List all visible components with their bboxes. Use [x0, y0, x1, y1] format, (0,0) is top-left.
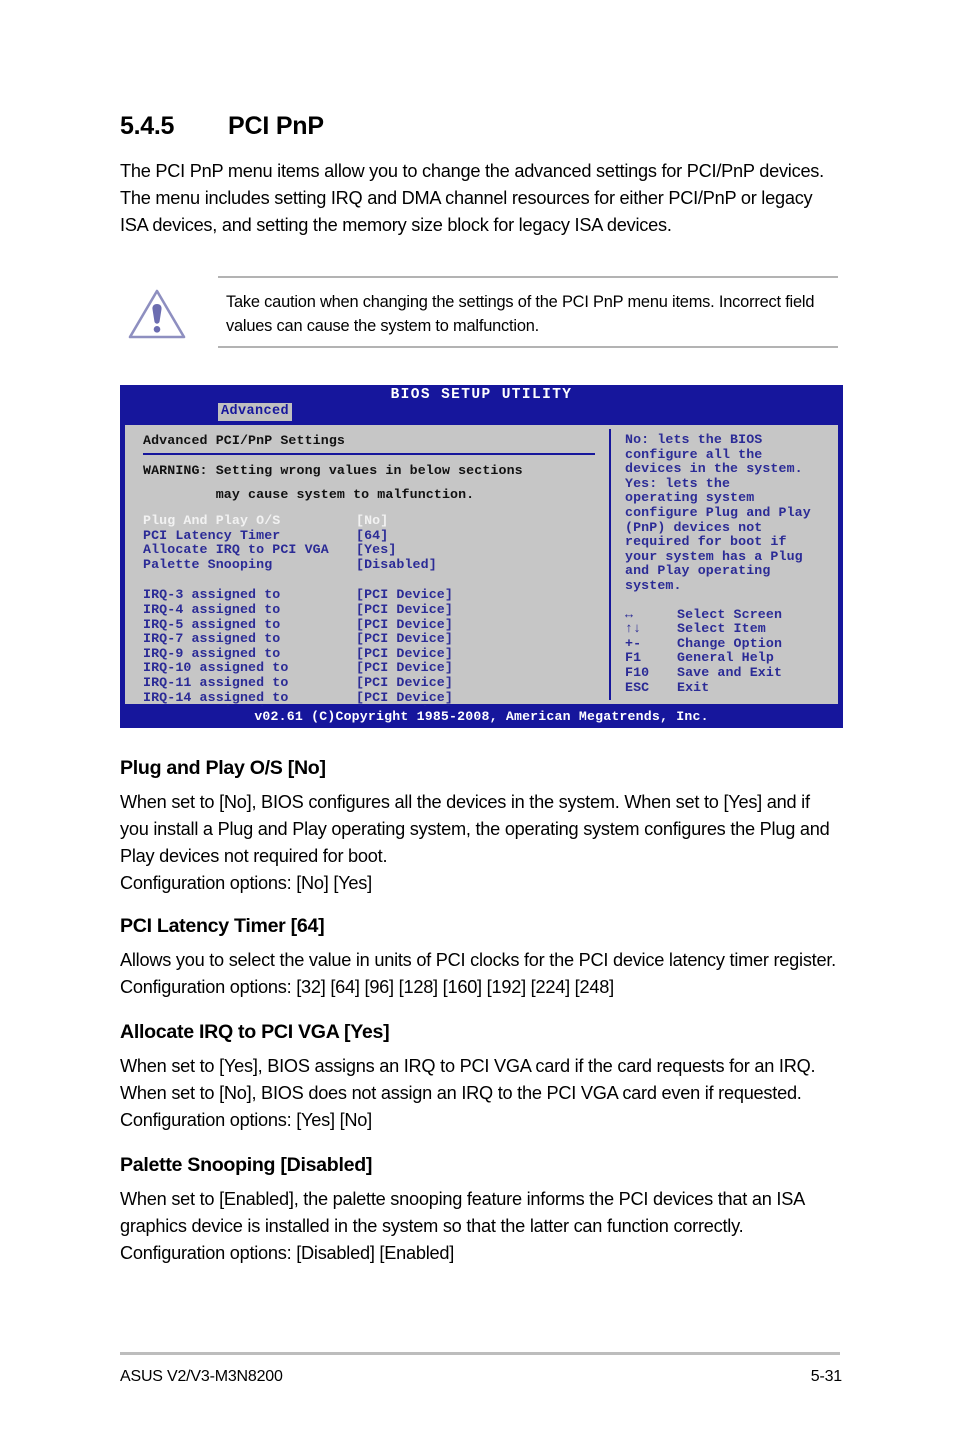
- bios-irq-row[interactable]: IRQ-7 assigned to [PCI Device]: [143, 632, 609, 647]
- bios-group-title: Advanced PCI/PnP Settings: [143, 433, 345, 448]
- bios-option-list: Plug And Play O/S [No] PCI Latency Timer…: [143, 513, 609, 573]
- bios-option-label: Plug And Play O/S: [143, 513, 281, 528]
- bios-irq-value: [PCI Device]: [356, 674, 453, 690]
- bios-title: BIOS SETUP UTILITY: [390, 387, 573, 403]
- bios-irq-value: [PCI Device]: [356, 631, 453, 647]
- item-block-pci-latency-timer: PCI Latency Timer [64] Allows you to sel…: [120, 915, 842, 1001]
- item-heading: Plug and Play O/S [No]: [120, 757, 326, 779]
- bios-irq-label: IRQ-14 assigned to: [143, 689, 289, 705]
- bios-warning-line-1: WARNING: Setting wrong values in below s…: [143, 463, 523, 478]
- bios-key-glyph: F10: [625, 664, 650, 680]
- bios-option-row[interactable]: Palette Snooping [Disabled]: [143, 556, 609, 573]
- bios-irq-row[interactable]: IRQ-10 assigned to [PCI Device]: [143, 661, 609, 676]
- bios-key-row: F1 General Help: [625, 651, 838, 666]
- bios-irq-label: IRQ-4 assigned to: [143, 601, 281, 617]
- bios-irq-value: [PCI Device]: [356, 601, 453, 617]
- bios-irq-value: [PCI Device]: [356, 660, 453, 676]
- footer-page-number: 5-31: [810, 1368, 842, 1385]
- item-body: When set to [Enabled], the palette snoop…: [120, 1189, 804, 1263]
- bios-option-row[interactable]: Plug And Play O/S [No]: [143, 513, 609, 529]
- section-title: PCI PnP: [228, 112, 324, 140]
- bios-key-glyph: F1: [625, 650, 642, 666]
- bios-warning-line-2: may cause system to malfunction.: [143, 487, 475, 502]
- bios-irq-row[interactable]: IRQ-4 assigned to [PCI Device]: [143, 601, 609, 618]
- bios-irq-list: IRQ-3 assigned to [PCI Device] IRQ-4 ass…: [143, 588, 609, 719]
- bios-key-glyph: +-: [625, 635, 642, 651]
- note-rule-bottom: [218, 346, 838, 348]
- bios-key-row: ↔ Select Screen: [625, 606, 838, 623]
- item-block-palette-snooping: Palette Snooping [Disabled] When set to …: [120, 1154, 842, 1267]
- bios-key-action: Exit: [677, 679, 710, 695]
- item-heading: Palette Snooping [Disabled]: [120, 1154, 373, 1176]
- bios-help-pane: No: lets the BIOS configure all the devi…: [611, 425, 838, 704]
- footer-rule: [120, 1352, 840, 1355]
- section-intro-paragraph: The PCI PnP menu items allow you to chan…: [120, 161, 824, 235]
- document-page: 5.4.5 PCI PnP The PCI PnP menu items all…: [0, 0, 954, 1438]
- bios-group-rule: [143, 453, 595, 455]
- bios-tab-advanced[interactable]: Advanced: [218, 403, 293, 421]
- item-body: Allows you to select the value in units …: [120, 950, 836, 997]
- bios-option-label: PCI Latency Timer: [143, 527, 281, 543]
- bios-irq-row[interactable]: IRQ-11 assigned to [PCI Device]: [143, 674, 609, 691]
- section-heading: 5.4.5 PCI PnP: [120, 112, 840, 141]
- caution-note-text: Take caution when changing the settings …: [226, 293, 815, 335]
- bios-option-value: [No]: [356, 513, 389, 528]
- bios-key-row: F10 Save and Exit: [625, 664, 838, 681]
- item-heading: Allocate IRQ to PCI VGA [Yes]: [120, 1021, 390, 1043]
- bios-help-text: No: lets the BIOS configure all the devi…: [625, 432, 811, 593]
- bios-key-row: ↑↓ Select Item: [625, 622, 838, 637]
- bios-key-glyph: ↑↓: [625, 621, 642, 637]
- item-body: When set to [Yes], BIOS assigns an IRQ t…: [120, 1056, 816, 1130]
- bios-option-value: [Yes]: [356, 542, 397, 558]
- item-block-allocate-irq-to-pci-vga: Allocate IRQ to PCI VGA [Yes] When set t…: [120, 1021, 842, 1134]
- bios-option-value: [64]: [356, 527, 389, 543]
- caution-triangle-icon: [126, 286, 188, 342]
- bios-key-action: Select Screen: [677, 606, 783, 622]
- caution-note: Take caution when changing the settings …: [120, 276, 838, 348]
- bios-irq-row[interactable]: IRQ-9 assigned to [PCI Device]: [143, 645, 609, 662]
- bios-irq-label: IRQ-3 assigned to: [143, 587, 281, 603]
- bios-option-row[interactable]: PCI Latency Timer [64]: [143, 527, 609, 544]
- bios-irq-row[interactable]: IRQ-14 assigned to [PCI Device]: [143, 689, 609, 706]
- bios-irq-label: IRQ-7 assigned to: [143, 631, 281, 647]
- bios-irq-label: IRQ-5 assigned to: [143, 616, 281, 632]
- bios-option-value: [Disabled]: [356, 556, 437, 572]
- item-block-plug-and-play-os: Plug and Play O/S [No] When set to [No],…: [120, 757, 842, 897]
- bios-key-row: +- Change Option: [625, 635, 838, 652]
- bios-key-action: General Help: [677, 650, 774, 666]
- bios-copyright-bar: v02.61 (C)Copyright 1985-2008, American …: [121, 706, 842, 727]
- bios-settings-pane: Advanced PCI/PnP Settings WARNING: Setti…: [125, 425, 609, 719]
- bios-irq-label: IRQ-10 assigned to: [143, 660, 289, 676]
- bios-irq-label: IRQ-11 assigned to: [143, 674, 289, 690]
- bios-option-label: Allocate IRQ to PCI VGA: [143, 542, 329, 558]
- note-rule-top: [218, 276, 838, 278]
- bios-irq-row[interactable]: IRQ-3 assigned to [PCI Device]: [143, 588, 609, 603]
- bios-setup-screenshot: BIOS SETUP UTILITY Advanced Advanced PCI…: [120, 385, 843, 728]
- section-number: 5.4.5: [120, 112, 175, 140]
- bios-irq-label: IRQ-9 assigned to: [143, 645, 281, 661]
- bios-irq-value: [PCI Device]: [356, 689, 453, 705]
- bios-key-action: Select Item: [677, 621, 766, 637]
- footer-product-name: ASUS V2/V3-M3N8200: [120, 1368, 283, 1385]
- bios-irq-value: [PCI Device]: [356, 587, 453, 603]
- bios-irq-value: [PCI Device]: [356, 616, 453, 632]
- bios-key-legend: ↔ Select Screen ↑↓ Select Item +- Change…: [625, 606, 838, 696]
- bios-key-row: ESC Exit: [625, 679, 838, 696]
- bios-key-action: Change Option: [677, 635, 783, 651]
- bios-key-glyph: ESC: [625, 679, 650, 695]
- bios-irq-value: [PCI Device]: [356, 645, 453, 661]
- item-heading: PCI Latency Timer [64]: [120, 915, 325, 937]
- bios-key-action: Save and Exit: [677, 664, 783, 680]
- bios-key-glyph: ↔: [625, 606, 634, 622]
- bios-title-bar: BIOS SETUP UTILITY Advanced: [121, 386, 842, 423]
- bios-irq-row[interactable]: IRQ-5 assigned to [PCI Device]: [143, 616, 609, 633]
- bios-body: Advanced PCI/PnP Settings WARNING: Setti…: [123, 423, 840, 719]
- bios-option-row[interactable]: Allocate IRQ to PCI VGA [Yes]: [143, 543, 609, 558]
- item-body: When set to [No], BIOS configures all th…: [120, 792, 830, 893]
- bios-option-label: Palette Snooping: [143, 556, 273, 572]
